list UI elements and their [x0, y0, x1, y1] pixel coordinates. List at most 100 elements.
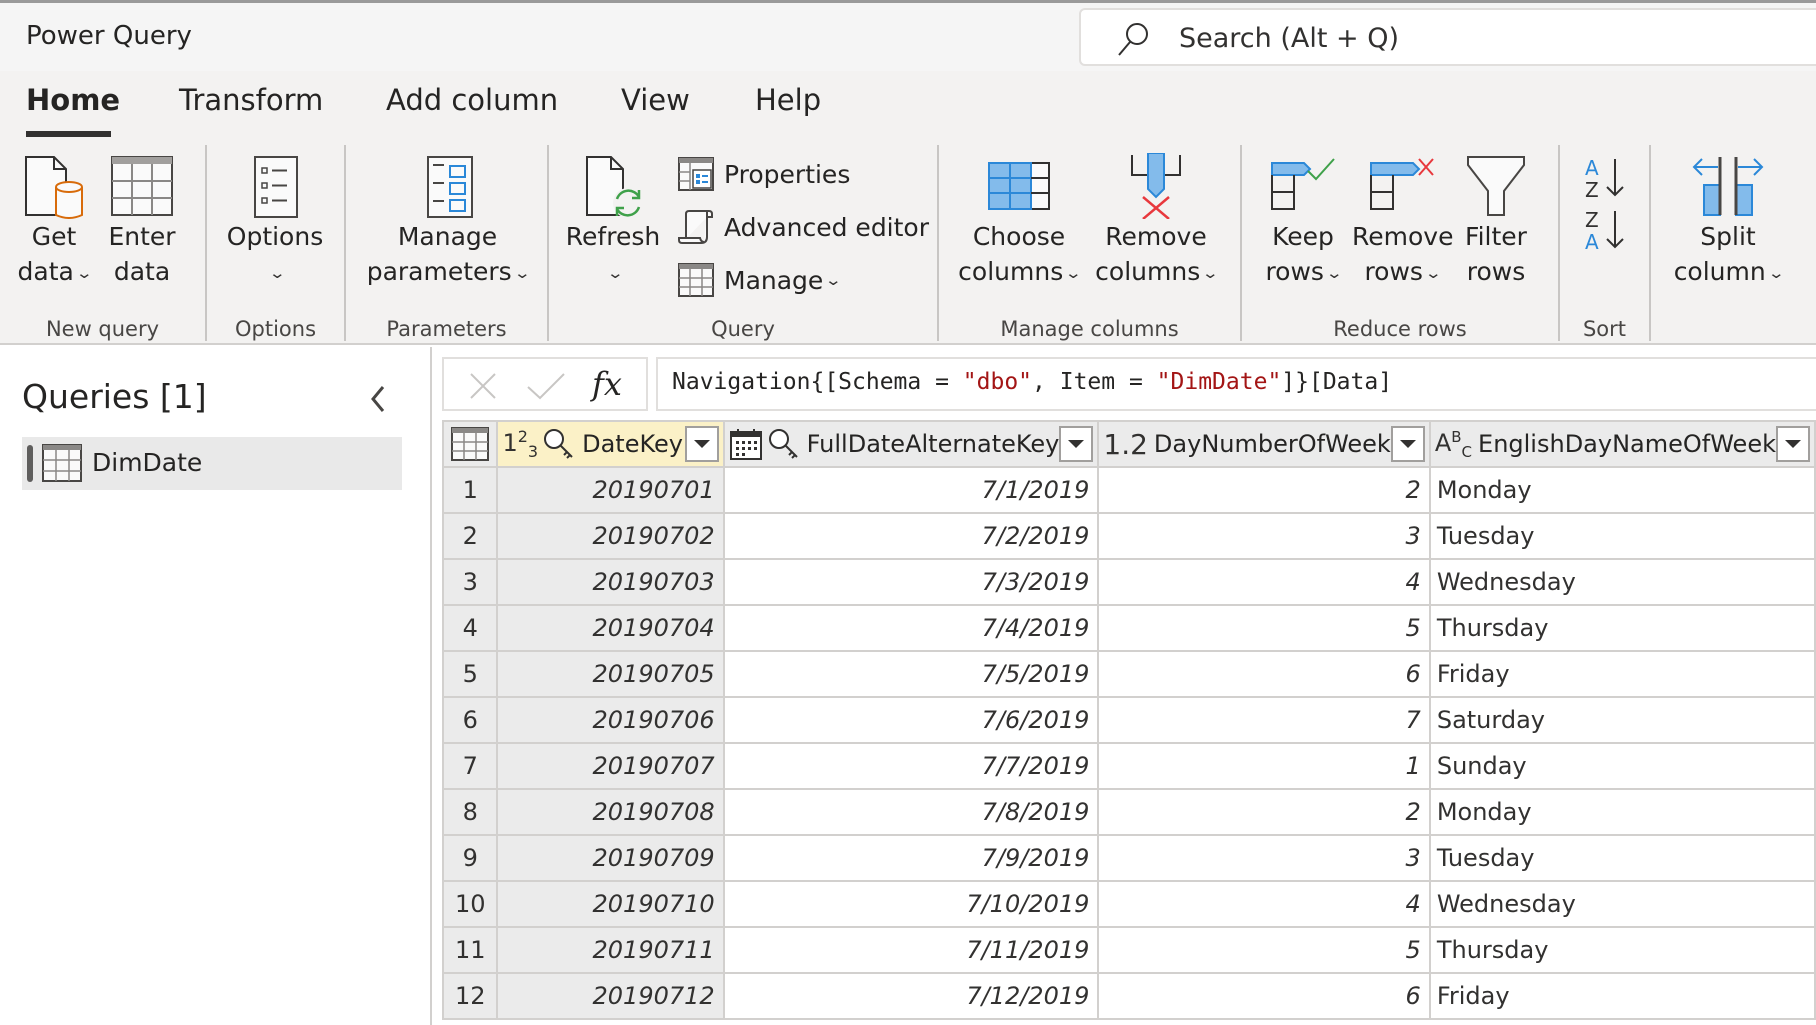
tab-help[interactable]: Help	[755, 83, 821, 117]
row-number[interactable]: 8	[441, 788, 499, 836]
row-number[interactable]: 12	[441, 972, 499, 1020]
cell-fulldatealternatekey[interactable]: 7/3/2019	[722, 558, 1100, 606]
cell-datekey[interactable]: 20190706	[496, 696, 725, 744]
row-number[interactable]: 5	[441, 650, 499, 698]
cell-daynumberofweek[interactable]: 3	[1097, 834, 1431, 882]
cell-datekey[interactable]: 20190701	[496, 466, 725, 514]
cell-datekey[interactable]: 20190709	[496, 834, 725, 882]
fx-icon[interactable]: fx	[592, 365, 622, 403]
cell-fulldatealternatekey[interactable]: 7/1/2019	[722, 466, 1100, 514]
column-filter-dropdown[interactable]	[1390, 426, 1425, 462]
cell-fulldatealternatekey[interactable]: 7/6/2019	[722, 696, 1100, 744]
cell-datekey[interactable]: 20190712	[496, 972, 725, 1020]
cell-datekey[interactable]: 20190704	[496, 604, 725, 652]
cell-datekey[interactable]: 20190708	[496, 788, 725, 836]
commit-check-icon[interactable]	[526, 371, 566, 401]
row-number[interactable]: 9	[441, 834, 499, 882]
refresh-button[interactable]: Refresh ⌄	[565, 153, 661, 291]
manage-button[interactable]: Manage ⌄	[678, 259, 842, 301]
cell-fulldatealternatekey[interactable]: 7/12/2019	[722, 972, 1100, 1020]
collapse-pane-icon[interactable]	[365, 381, 391, 417]
row-number[interactable]: 7	[441, 742, 499, 790]
split-column-button[interactable]: Split column⌄	[1660, 153, 1796, 291]
cell-fulldatealternatekey[interactable]: 7/10/2019	[722, 880, 1100, 928]
cell-englishdaynameofweek[interactable]: Wednesday	[1428, 558, 1816, 606]
cell-datekey[interactable]: 20190707	[496, 742, 725, 790]
cell-englishdaynameofweek[interactable]: Friday	[1428, 650, 1816, 698]
column-filter-dropdown[interactable]	[1776, 426, 1810, 462]
column-filter-dropdown[interactable]	[1059, 426, 1094, 462]
cell-fulldatealternatekey[interactable]: 7/8/2019	[722, 788, 1100, 836]
whole-number-type-icon[interactable]: 123	[502, 427, 538, 461]
cell-daynumberofweek[interactable]: 5	[1097, 604, 1431, 652]
cell-englishdaynameofweek[interactable]: Tuesday	[1428, 512, 1816, 560]
sort-ascending-button[interactable]: A Z	[1580, 155, 1630, 205]
date-type-icon[interactable]	[729, 427, 763, 461]
cell-datekey[interactable]: 20190702	[496, 512, 725, 560]
cell-daynumberofweek[interactable]: 5	[1097, 926, 1431, 974]
cancel-icon[interactable]	[468, 371, 498, 401]
cell-daynumberofweek[interactable]: 4	[1097, 558, 1431, 606]
cell-datekey[interactable]: 20190703	[496, 558, 725, 606]
search-box[interactable]: Search (Alt + Q)	[1079, 8, 1816, 66]
tab-view[interactable]: View	[621, 83, 690, 117]
cell-daynumberofweek[interactable]: 7	[1097, 696, 1431, 744]
column-filter-dropdown[interactable]	[684, 426, 719, 462]
row-number[interactable]: 1	[441, 466, 499, 514]
table-menu-cell[interactable]	[441, 420, 499, 468]
cell-daynumberofweek[interactable]: 6	[1097, 972, 1431, 1020]
enter-data-button[interactable]: Enter data	[104, 153, 180, 289]
row-number[interactable]: 4	[441, 604, 499, 652]
cell-fulldatealternatekey[interactable]: 7/5/2019	[722, 650, 1100, 698]
decimal-type-icon[interactable]: 1.2	[1103, 428, 1148, 461]
cell-englishdaynameofweek[interactable]: Thursday	[1428, 926, 1816, 974]
filter-rows-button[interactable]: Filter rows	[1456, 153, 1536, 289]
tab-home[interactable]: Home	[26, 83, 120, 117]
manage-parameters-button[interactable]: Manage parameters⌄	[355, 153, 540, 291]
remove-columns-button[interactable]: Remove columns⌄	[1090, 153, 1222, 291]
cell-daynumberofweek[interactable]: 3	[1097, 512, 1431, 560]
row-number[interactable]: 2	[441, 512, 499, 560]
cell-englishdaynameofweek[interactable]: Wednesday	[1428, 880, 1816, 928]
keep-rows-button[interactable]: Keep rows⌄	[1258, 153, 1348, 291]
remove-rows-button[interactable]: Remove rows⌄	[1352, 153, 1453, 291]
cell-englishdaynameofweek[interactable]: Friday	[1428, 972, 1816, 1020]
formula-input[interactable]: Navigation{[Schema = "dbo", Item = "DimD…	[656, 357, 1816, 411]
cell-daynumberofweek[interactable]: 6	[1097, 650, 1431, 698]
get-data-button[interactable]: Get data⌄	[12, 153, 96, 291]
cell-englishdaynameofweek[interactable]: Thursday	[1428, 604, 1816, 652]
row-number[interactable]: 10	[441, 880, 499, 928]
cell-englishdaynameofweek[interactable]: Monday	[1428, 466, 1816, 514]
cell-datekey[interactable]: 20190705	[496, 650, 725, 698]
cell-englishdaynameofweek[interactable]: Saturday	[1428, 696, 1816, 744]
cell-datekey[interactable]: 20190711	[496, 926, 725, 974]
cell-fulldatealternatekey[interactable]: 7/2/2019	[722, 512, 1100, 560]
column-header-daynumberofweek[interactable]: 1.2 DayNumberOfWeek	[1097, 420, 1431, 468]
column-header-datekey[interactable]: 123 DateKey	[496, 420, 725, 468]
cell-daynumberofweek[interactable]: 1	[1097, 742, 1431, 790]
cell-fulldatealternatekey[interactable]: 7/4/2019	[722, 604, 1100, 652]
cell-fulldatealternatekey[interactable]: 7/9/2019	[722, 834, 1100, 882]
row-number[interactable]: 11	[441, 926, 499, 974]
choose-columns-button[interactable]: Choose columns⌄	[957, 153, 1082, 291]
row-number[interactable]: 3	[441, 558, 499, 606]
cell-daynumberofweek[interactable]: 4	[1097, 880, 1431, 928]
cell-daynumberofweek[interactable]: 2	[1097, 466, 1431, 514]
cell-fulldatealternatekey[interactable]: 7/11/2019	[722, 926, 1100, 974]
text-type-icon[interactable]: ABC	[1435, 428, 1472, 461]
options-button[interactable]: Options ⌄	[220, 153, 330, 291]
cell-englishdaynameofweek[interactable]: Monday	[1428, 788, 1816, 836]
tab-add-column[interactable]: Add column	[386, 83, 558, 117]
cell-daynumberofweek[interactable]: 2	[1097, 788, 1431, 836]
sort-descending-button[interactable]: Z A	[1580, 207, 1630, 257]
column-header-englishdaynameofweek[interactable]: ABC EnglishDayNameOfWeek	[1428, 420, 1816, 468]
tab-transform[interactable]: Transform	[179, 83, 323, 117]
cell-englishdaynameofweek[interactable]: Sunday	[1428, 742, 1816, 790]
column-header-fulldatealternatekey[interactable]: FullDateAlternateKey	[722, 420, 1100, 468]
cell-englishdaynameofweek[interactable]: Tuesday	[1428, 834, 1816, 882]
cell-datekey[interactable]: 20190710	[496, 880, 725, 928]
row-number[interactable]: 6	[441, 696, 499, 744]
advanced-editor-button[interactable]: Advanced editor	[678, 206, 929, 248]
query-item-dimdate[interactable]: DimDate	[22, 437, 402, 490]
properties-button[interactable]: Properties	[678, 153, 850, 195]
